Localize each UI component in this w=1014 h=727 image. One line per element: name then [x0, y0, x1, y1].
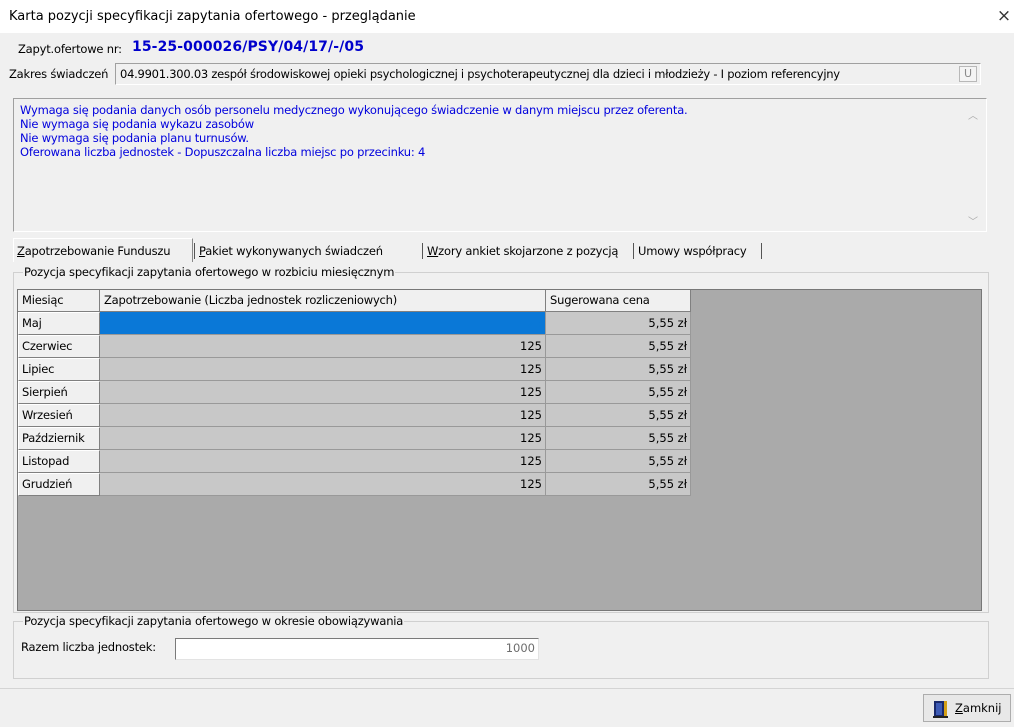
price-cell[interactable]: 5,55 zł [546, 335, 691, 358]
qty-cell[interactable]: 125 [100, 358, 546, 381]
qty-cell[interactable]: 125 [100, 335, 546, 358]
tab-label: akiet wykonywanych świadczeń [205, 244, 383, 258]
tab-divider [633, 243, 634, 259]
nr-label: Zapyt.ofertowe nr: [18, 42, 122, 56]
divider [0, 688, 1014, 689]
period-group-title: Pozycja specyfikacji zapytania ofertoweg… [23, 614, 405, 628]
door-exit-icon [933, 701, 948, 718]
price-cell[interactable]: 5,55 zł [546, 358, 691, 381]
qty-cell[interactable]: 125 [100, 473, 546, 496]
row-header-month[interactable]: Czerwiec [18, 335, 100, 358]
price-cell[interactable]: 5,55 zł [546, 381, 691, 404]
tab-divider [194, 243, 195, 259]
close-icon[interactable]: × [996, 7, 1012, 25]
tab-label: Umowy współpracy [638, 244, 747, 258]
zamknij-label: Zamknij [955, 695, 1001, 721]
column-header-price[interactable]: Sugerowana cena [546, 290, 691, 312]
price-cell[interactable]: 5,55 zł [546, 473, 691, 496]
scroll-up-icon[interactable]: ︿ [968, 107, 978, 122]
tab-divider [761, 243, 762, 259]
memo-lines: Wymaga się podania danych osób personelu… [20, 103, 688, 159]
row-header-month[interactable]: Lipiec [18, 358, 100, 381]
memo-line: Oferowana liczba jednostek - Dopuszczaln… [20, 145, 426, 159]
u-button[interactable]: U [959, 66, 977, 82]
monthly-grid[interactable]: Miesiąc Zapotrzebowanie (Liczba jednoste… [17, 289, 982, 611]
zakres-value: 04.9901.300.03 zespół środowiskowej opie… [120, 67, 840, 81]
tab-pakiet[interactable]: Pakiet wykonywanych świadczeń [196, 240, 422, 262]
memo-line: Nie wymaga się podania planu turnusów. [20, 131, 249, 145]
price-cell[interactable]: 5,55 zł [546, 312, 691, 335]
row-header-month[interactable]: Wrzesień [18, 404, 100, 427]
memo-line: Wymaga się podania danych osób personelu… [20, 103, 688, 117]
nr-value: 15-25-000026/PSY/04/17/-/05 [132, 39, 365, 55]
qty-cell[interactable]: 125 [100, 404, 546, 427]
row-header-month[interactable]: Październik [18, 427, 100, 450]
tab-divider [422, 243, 423, 259]
tab-wzory[interactable]: Wzory ankiet skojarzone z pozycją [424, 240, 633, 262]
row-header-month[interactable]: Listopad [18, 450, 100, 473]
qty-cell[interactable]: 125 [100, 381, 546, 404]
scroll-down-icon[interactable]: ﹀ [968, 213, 978, 228]
qty-cell[interactable]: 125 [100, 450, 546, 473]
window-title: Karta pozycji specyfikacji zapytania ofe… [9, 9, 416, 24]
zakres-label: Zakres świadczeń [9, 67, 109, 81]
price-cell[interactable]: 5,55 zł [546, 404, 691, 427]
price-cell[interactable]: 5,55 zł [546, 427, 691, 450]
row-header-month[interactable]: Grudzień [18, 473, 100, 496]
info-memo[interactable]: Wymaga się podania danych osób personelu… [13, 98, 987, 232]
qty-cell[interactable]: 125 [100, 312, 546, 335]
zamknij-accel: Z [955, 701, 963, 715]
tab-umowy[interactable]: Umowy współpracy [635, 240, 759, 262]
tab-zapotrzebowanie[interactable]: Zapotrzebowanie Funduszu [13, 238, 193, 262]
zamknij-rest: amknij [962, 701, 1002, 715]
razem-field[interactable]: 1000 [175, 638, 539, 660]
razem-label: Razem liczba jednostek: [21, 640, 156, 654]
monthly-group-title: Pozycja specyfikacji zapytania ofertoweg… [23, 265, 396, 279]
dialog-window: Karta pozycji specyfikacji zapytania ofe… [0, 0, 1014, 727]
qty-cell[interactable]: 125 [100, 427, 546, 450]
zamknij-button[interactable]: Zamknij [923, 694, 1011, 722]
column-header-qty[interactable]: Zapotrzebowanie (Liczba jednostek rozlic… [100, 290, 546, 312]
column-header-month[interactable]: Miesiąc [18, 290, 100, 312]
tab-accel: Z [17, 244, 25, 258]
row-header-month[interactable]: Sierpień [18, 381, 100, 404]
memo-line: Nie wymaga się podania wykazu zasobów [20, 117, 254, 131]
row-header-month[interactable]: Maj [18, 312, 100, 335]
title-bar: Karta pozycji specyfikacji zapytania ofe… [0, 0, 1014, 33]
tab-label: zory ankiet skojarzone z pozycją [438, 244, 619, 258]
tab-accel: W [427, 244, 439, 258]
zakres-field: 04.9901.300.03 zespół środowiskowej opie… [115, 63, 981, 85]
tab-label: apotrzebowanie Funduszu [24, 244, 171, 258]
price-cell[interactable]: 5,55 zł [546, 450, 691, 473]
